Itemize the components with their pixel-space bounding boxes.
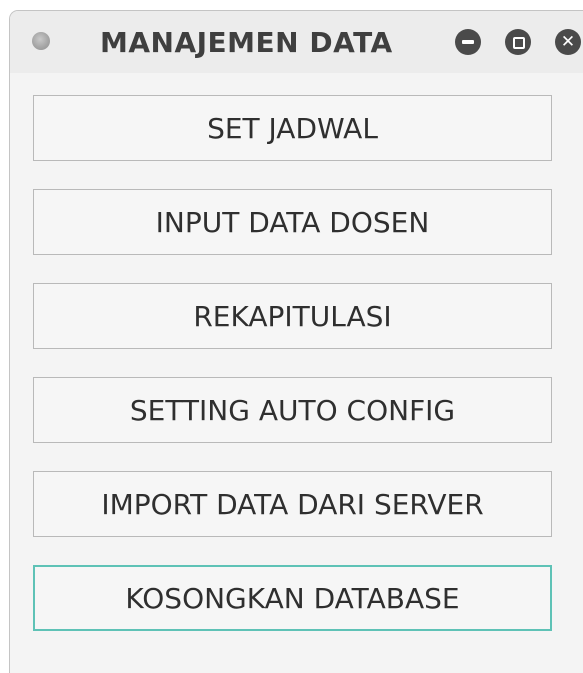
kosongkan-database-button[interactable]: KOSONGKAN DATABASE	[33, 565, 552, 631]
minimize-icon	[462, 40, 474, 44]
title-bar[interactable]: MANAJEMEN DATA ✕	[10, 11, 583, 73]
rekapitulasi-button[interactable]: REKAPITULASI	[33, 283, 552, 349]
import-data-dari-server-button[interactable]: IMPORT DATA DARI SERVER	[33, 471, 552, 537]
set-jadwal-button[interactable]: SET JADWAL	[33, 95, 552, 161]
input-data-dosen-button[interactable]: INPUT DATA DOSEN	[33, 189, 552, 255]
manajemen-data-window: MANAJEMEN DATA ✕ SET JADWAL INPUT DATA D…	[9, 10, 583, 673]
setting-auto-config-button[interactable]: SETTING AUTO CONFIG	[33, 377, 552, 443]
app-icon	[32, 32, 50, 50]
maximize-icon	[513, 37, 525, 49]
window-title: MANAJEMEN DATA	[100, 26, 393, 59]
maximize-button[interactable]	[505, 29, 531, 55]
close-icon: ✕	[560, 32, 576, 52]
minimize-button[interactable]	[455, 29, 481, 55]
close-button[interactable]: ✕	[555, 29, 581, 55]
